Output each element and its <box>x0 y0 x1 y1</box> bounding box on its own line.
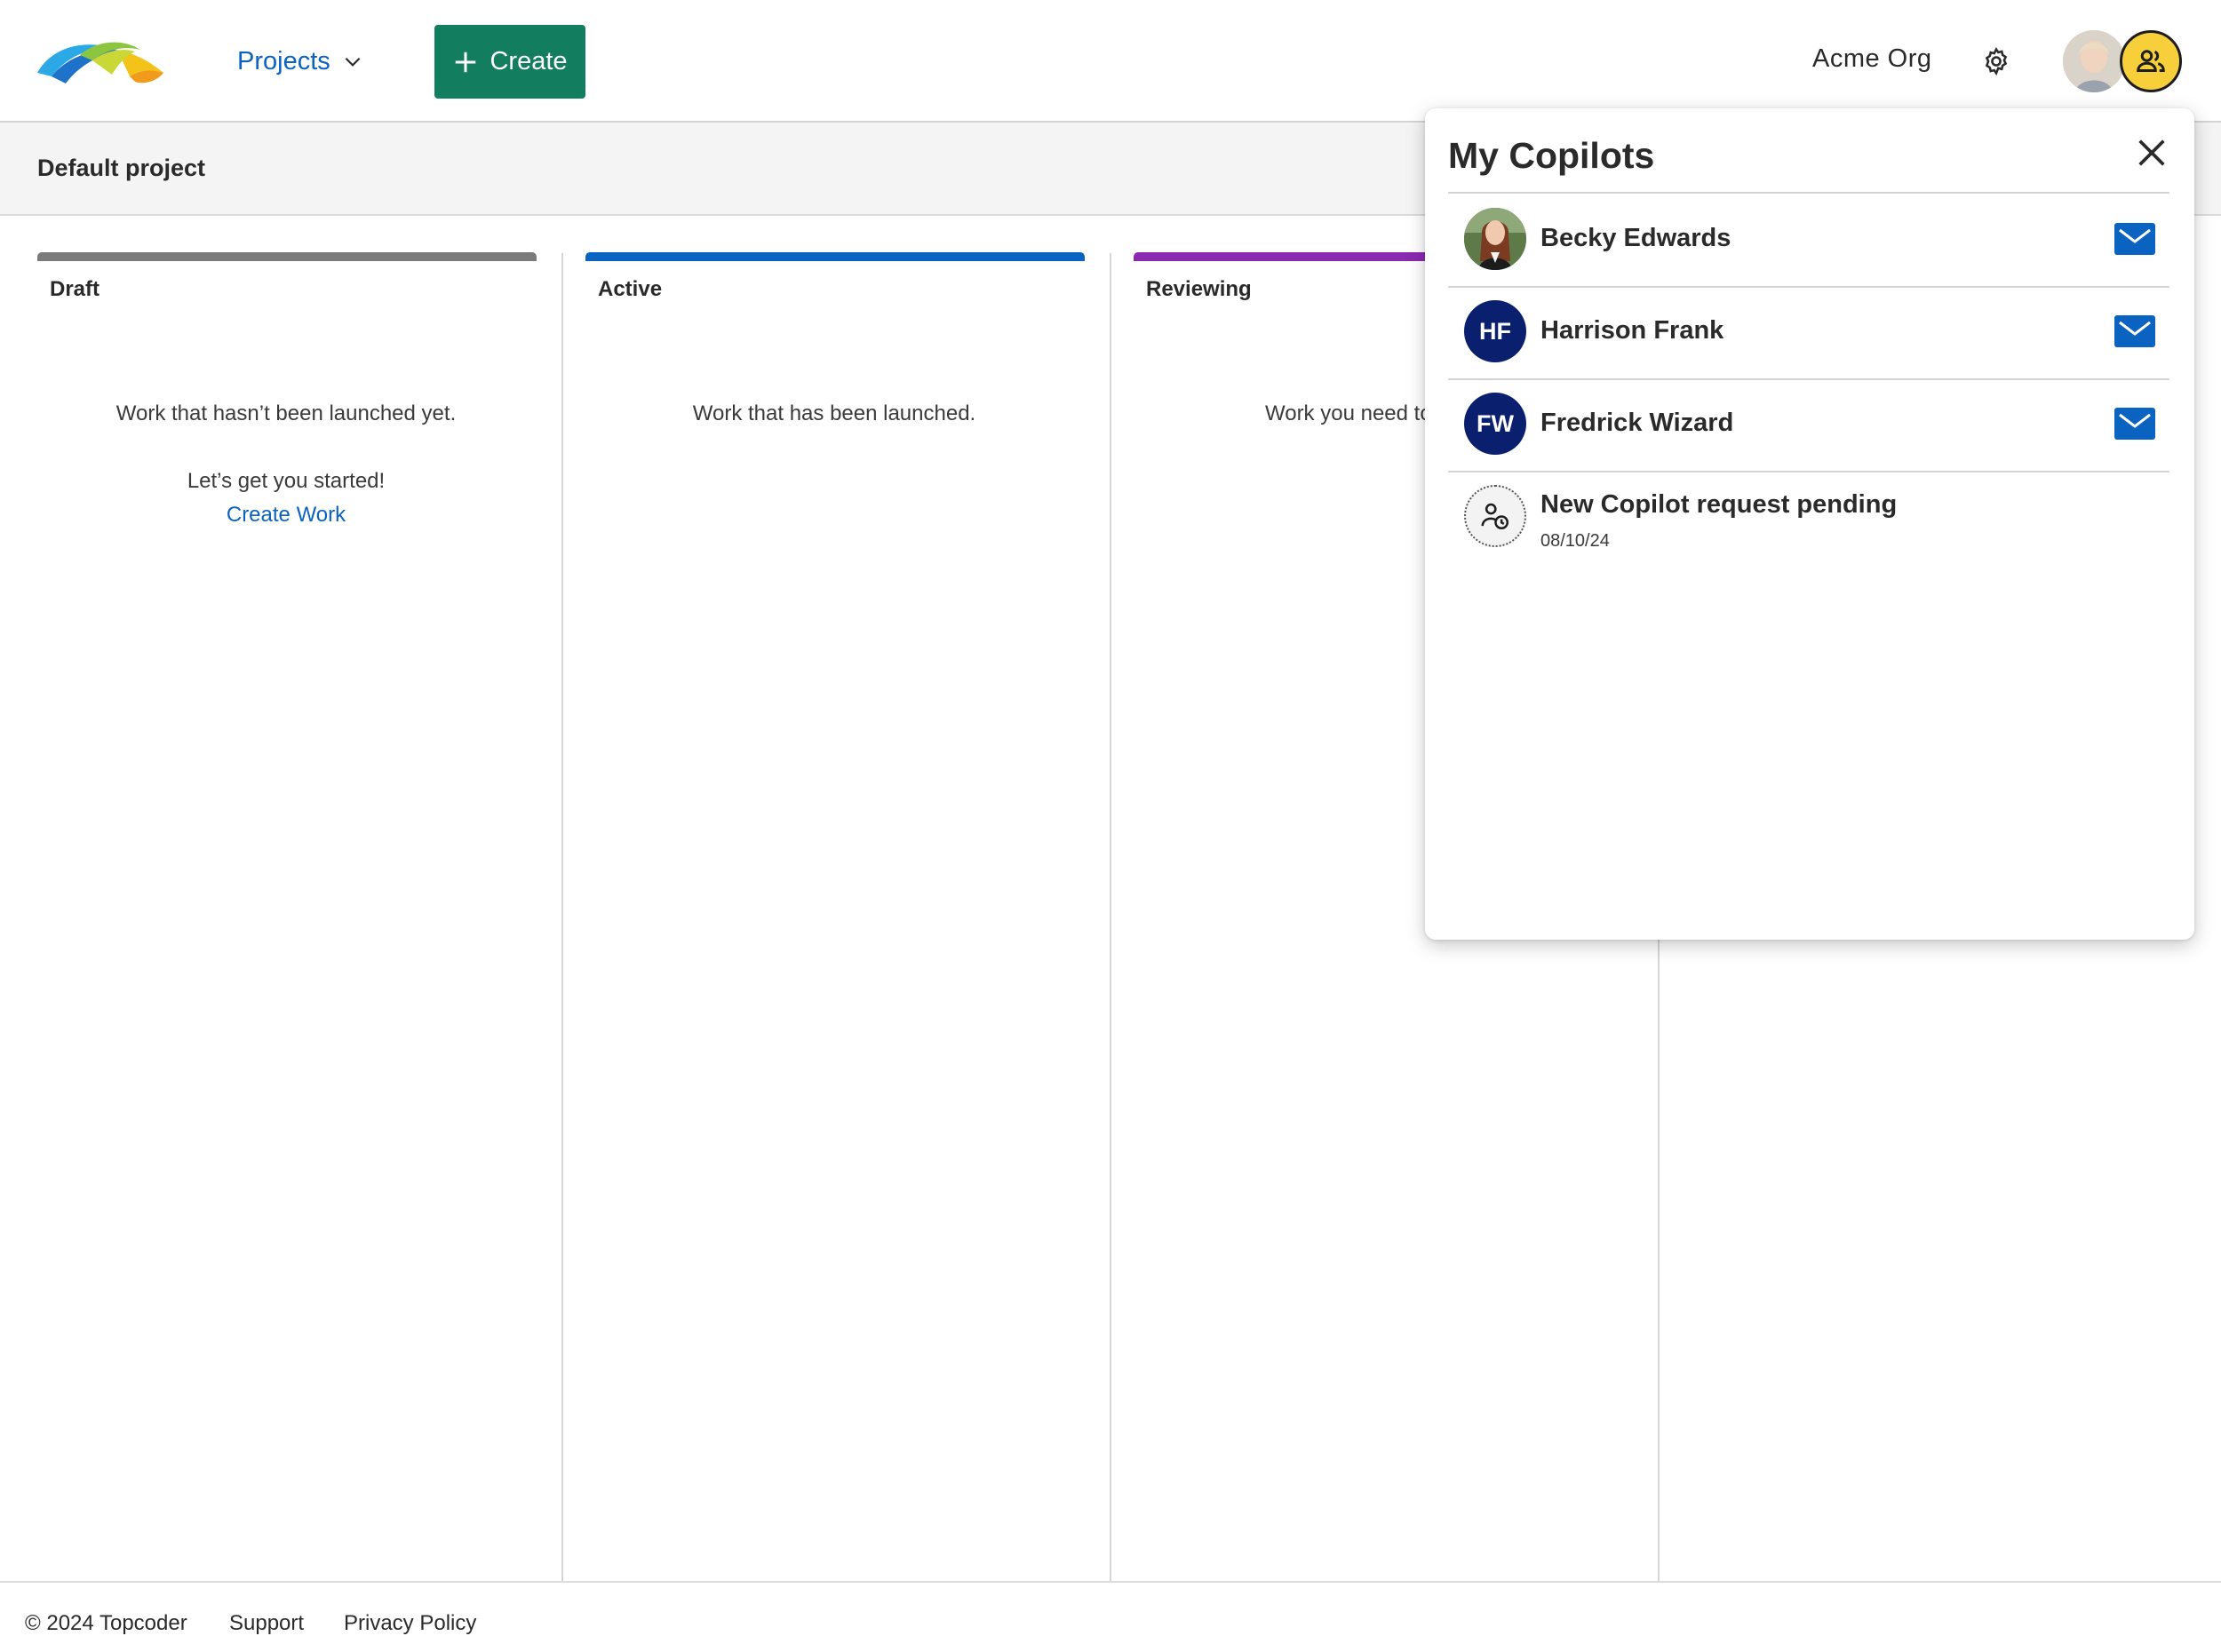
get-started-text: Let’s get you started! <box>187 469 386 493</box>
create-work-link[interactable]: Create Work <box>37 503 535 528</box>
avatar <box>1464 208 1526 270</box>
footer: © 2024 Topcoder Support Privacy Policy <box>0 1581 2221 1652</box>
mail-icon[interactable] <box>2114 408 2155 440</box>
pending-request-label: New Copilot request pending <box>1540 490 1898 519</box>
user-avatar[interactable] <box>2063 30 2125 92</box>
projects-label: Projects <box>237 46 330 75</box>
column-title-draft: Draft <box>50 277 100 301</box>
pending-request-date: 08/10/24 <box>1540 531 1610 551</box>
gear-icon[interactable] <box>1981 46 2011 76</box>
close-icon[interactable] <box>2134 135 2169 171</box>
plus-icon <box>456 52 476 72</box>
pending-request-row: New Copilot request pending 08/10/24 <box>1448 471 2169 563</box>
create-label: Create <box>490 47 568 75</box>
pending-avatar <box>1464 485 1526 547</box>
org-name[interactable]: Acme Org <box>1812 44 1932 74</box>
copilots-button[interactable] <box>2120 30 2182 92</box>
avatar: HF <box>1464 300 1526 362</box>
project-title: Default project <box>37 155 206 181</box>
avatar: FW <box>1464 393 1526 455</box>
column-description-draft: Work that hasn’t been launched yet. <box>115 401 457 425</box>
column-title-reviewing: Reviewing <box>1146 277 1252 301</box>
topcoder-logo-icon[interactable] <box>36 37 165 85</box>
column-divider <box>561 253 563 1581</box>
copilot-name: Harrison Frank <box>1540 316 1724 345</box>
create-button[interactable]: Create <box>434 25 585 99</box>
copilots-panel: My Copilots Becky Edwards HF Harrison Fr… <box>1425 108 2194 940</box>
chevron-down-icon <box>345 57 361 67</box>
copilot-row[interactable]: FW Fredrick Wizard <box>1448 378 2169 471</box>
copilot-name: Becky Edwards <box>1540 224 1731 252</box>
support-link[interactable]: Support <box>229 1611 304 1636</box>
copilot-name: Fredrick Wizard <box>1540 409 1734 437</box>
user-photo-icon <box>2063 30 2125 92</box>
column-divider <box>1110 253 1111 1581</box>
copyright-text: © 2024 Topcoder <box>25 1611 187 1635</box>
column-description-active: Work that has been launched. <box>692 401 976 425</box>
users-icon <box>2137 50 2165 72</box>
copilot-row[interactable]: HF Harrison Frank <box>1448 286 2169 378</box>
draft-status-bar <box>37 252 537 261</box>
column-title-active: Active <box>598 277 663 301</box>
projects-dropdown[interactable]: Projects <box>237 43 364 80</box>
mail-icon[interactable] <box>2114 223 2155 255</box>
mail-icon[interactable] <box>2114 315 2155 347</box>
user-clock-icon <box>1481 503 1509 530</box>
active-status-bar <box>585 252 1085 261</box>
panel-title: My Copilots <box>1448 135 1655 176</box>
privacy-policy-link[interactable]: Privacy Policy <box>344 1611 476 1636</box>
person-photo-icon <box>1464 208 1526 270</box>
top-header: Projects Create Acme Org <box>0 0 2221 123</box>
copilot-row[interactable]: Becky Edwards <box>1448 194 2169 286</box>
